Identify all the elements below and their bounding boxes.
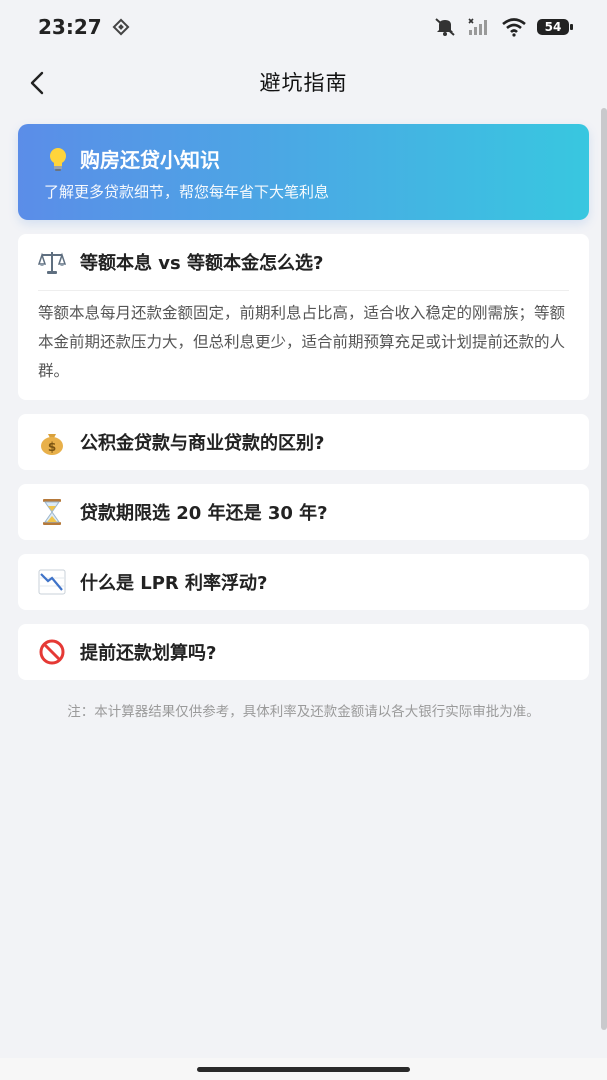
status-bar: 23:27 54 — [0, 0, 607, 54]
main-content: 购房还贷小知识 了解更多贷款细节，帮您每年省下大笔利息 等额本息 vs 等额本金… — [18, 124, 589, 723]
wifi-icon — [502, 18, 526, 37]
tip-body: 等额本息每月还款金额固定，前期利息占比高，适合收入稳定的刚需族；等额本金前期还款… — [38, 290, 569, 400]
tip-card-loan-term[interactable]: 贷款期限选 20 年还是 30 年? — [18, 484, 589, 540]
disclaimer-note: 注：本计算器结果仅供参考，具体利率及还款金额请以各大银行实际审批为准。 — [67, 704, 540, 720]
tip-card-repayment-method[interactable]: 等额本息 vs 等额本金怎么选? 等额本息每月还款金额固定，前期利息占比高，适合… — [18, 234, 589, 400]
tip-title: 公积金贷款与商业贷款的区别? — [80, 433, 325, 454]
tips-banner: 购房还贷小知识 了解更多贷款细节，帮您每年省下大笔利息 — [18, 124, 589, 220]
tip-header[interactable]: 提前还款划算吗? — [38, 624, 569, 680]
tip-header[interactable]: 等额本息 vs 等额本金怎么选? — [38, 234, 569, 290]
navigation-bar: 避坑指南 — [0, 54, 607, 110]
battery-indicator: 54 — [537, 19, 573, 35]
signal-icon — [468, 18, 487, 35]
tip-card-lpr[interactable]: 什么是 LPR 利率浮动? — [18, 554, 589, 610]
money-bag-icon: $ — [38, 428, 66, 456]
back-button[interactable] — [22, 68, 52, 98]
nfc-icon — [112, 18, 130, 36]
lightbulb-icon — [44, 145, 72, 173]
scrollbar[interactable] — [601, 108, 607, 1030]
banner-subtitle: 了解更多贷款细节，帮您每年省下大笔利息 — [44, 183, 330, 201]
banner-title: 购房还贷小知识 — [80, 148, 220, 172]
home-indicator[interactable] — [197, 1067, 410, 1072]
tip-title: 贷款期限选 20 年还是 30 年? — [80, 503, 328, 524]
tip-header[interactable]: $ 公积金贷款与商业贷款的区别? — [38, 414, 569, 470]
chevron-left-icon — [30, 71, 44, 95]
page-title: 避坑指南 — [259, 71, 348, 95]
tip-title: 等额本息 vs 等额本金怎么选? — [80, 253, 324, 274]
tip-card-provident-vs-commercial[interactable]: $ 公积金贷款与商业贷款的区别? — [18, 414, 589, 470]
tip-card-early-repayment[interactable]: 提前还款划算吗? — [18, 624, 589, 680]
tip-header[interactable]: 什么是 LPR 利率浮动? — [38, 554, 569, 610]
status-time: 23:27 — [38, 15, 102, 39]
tip-title: 什么是 LPR 利率浮动? — [80, 573, 268, 594]
scales-icon — [38, 248, 66, 276]
svg-text:$: $ — [48, 440, 56, 454]
tip-title: 提前还款划算吗? — [80, 643, 217, 664]
hourglass-icon — [38, 498, 66, 526]
chart-decreasing-icon — [38, 568, 66, 596]
tip-header[interactable]: 贷款期限选 20 年还是 30 年? — [38, 484, 569, 540]
prohibited-icon — [38, 638, 66, 666]
mute-icon — [435, 18, 455, 36]
